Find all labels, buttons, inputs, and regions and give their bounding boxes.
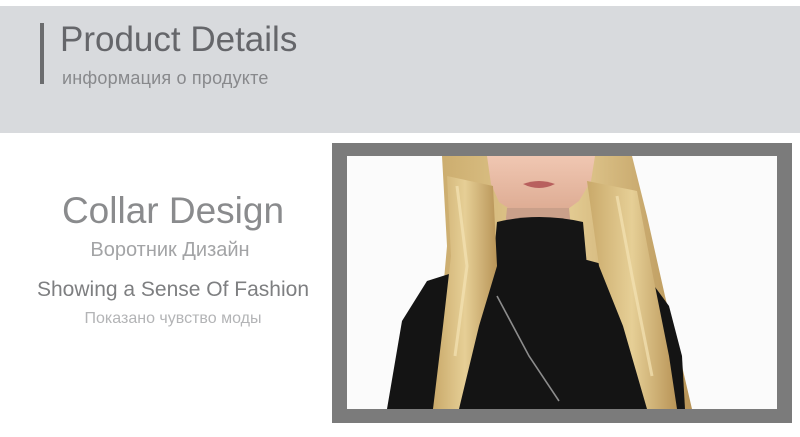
feature-tagline-translation: Показано чувство моды xyxy=(84,310,262,327)
header-banner: Product Details информация о продукте xyxy=(0,6,800,133)
feature-subtitle: Воротник Дизайн xyxy=(90,239,250,261)
feature-title: Collar Design xyxy=(61,190,285,231)
product-photo xyxy=(347,156,777,409)
page-title: Product Details xyxy=(60,20,298,59)
product-photo-frame xyxy=(332,143,792,423)
header-accent-bar xyxy=(40,23,44,84)
feature-tagline: Showing a Sense Of Fashion xyxy=(37,278,309,301)
page-subtitle: информация о продукте xyxy=(62,68,269,88)
model-turtleneck-image xyxy=(347,156,777,409)
